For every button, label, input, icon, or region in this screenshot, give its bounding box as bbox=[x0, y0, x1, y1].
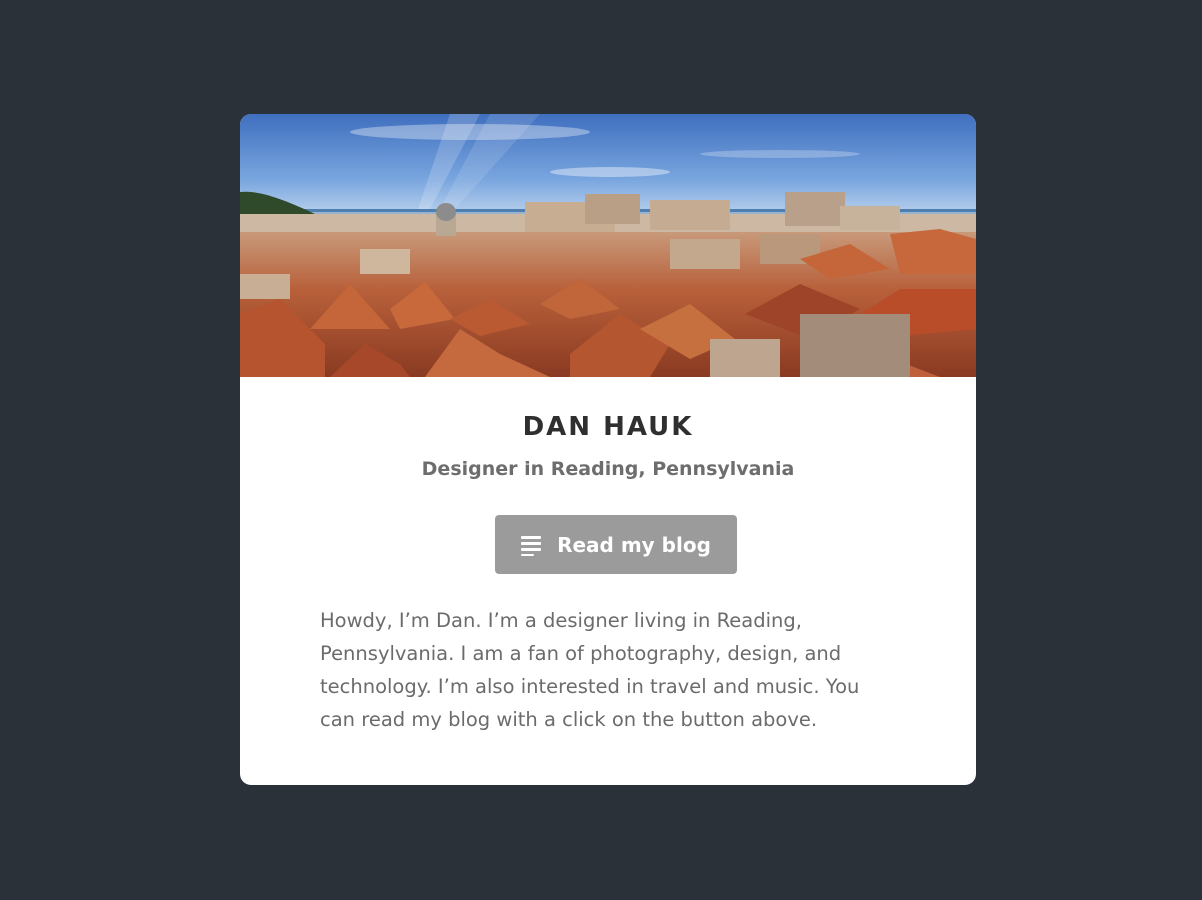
profile-subtitle: Designer in Reading, Pennsylvania bbox=[421, 458, 795, 480]
bio-line: Howdy, I’m Dan. I’m a designer living in… bbox=[320, 609, 802, 632]
bio-line: can read my blog with a click on the but… bbox=[320, 708, 818, 731]
cover-photo bbox=[240, 114, 976, 377]
read-blog-button-label: Read my blog bbox=[557, 532, 711, 557]
bio-line: Pennsylvania. I am a fan of photography,… bbox=[320, 642, 842, 665]
text-lines-icon bbox=[521, 535, 543, 556]
profile-card: DAN HAUK Designer in Reading, Pennsylvan… bbox=[240, 114, 976, 785]
read-blog-button[interactable]: Read my blog bbox=[495, 515, 737, 574]
profile-name: DAN HAUK bbox=[522, 412, 694, 442]
bio-line: technology. I’m also interested in trave… bbox=[320, 675, 860, 698]
bio-paragraph: Howdy, I’m Dan. I’m a designer living in… bbox=[320, 604, 910, 736]
page: DAN HAUK Designer in Reading, Pennsylvan… bbox=[0, 0, 1202, 900]
